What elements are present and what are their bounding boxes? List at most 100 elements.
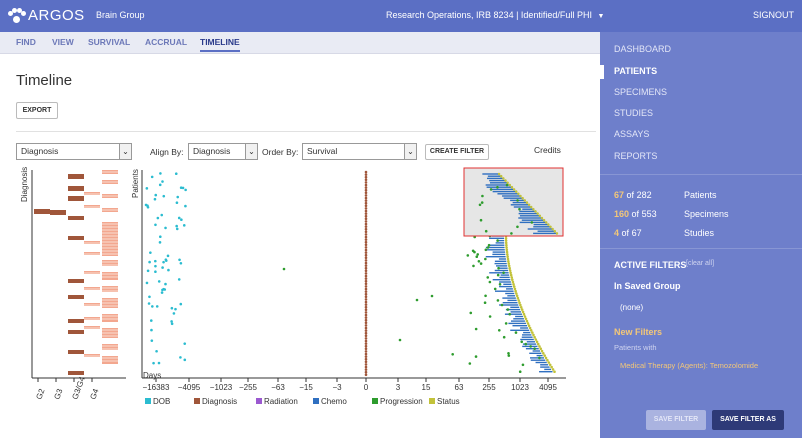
inset-status-point: [519, 194, 522, 198]
x-tick-label: −1023: [210, 383, 233, 392]
status-point: [528, 326, 532, 330]
dob-point: [164, 282, 167, 286]
dob-point: [149, 251, 152, 254]
status-point: [521, 310, 525, 314]
tab-timeline[interactable]: TIMELINE: [200, 37, 240, 52]
credits-link[interactable]: Credits: [534, 145, 561, 155]
dob-point: [160, 213, 164, 217]
dob-point: [147, 302, 151, 305]
chemo-bar: [504, 313, 522, 315]
group-name[interactable]: Brain Group: [96, 10, 145, 20]
dob-point: [154, 270, 157, 274]
clear-all-link[interactable]: [clear all]: [686, 260, 714, 267]
diagnosis-point: [364, 344, 368, 348]
study-selector[interactable]: Research Operations, IRB 8234 | Identifi…: [386, 10, 604, 20]
status-point: [510, 276, 514, 279]
progression-point: [497, 329, 501, 332]
status-point: [532, 333, 535, 337]
stat-of: of: [626, 190, 635, 200]
sidebar-item-dashboard[interactable]: DASHBOARD: [614, 44, 671, 54]
diagnosis-point: [364, 207, 368, 210]
x-tick-label: 63: [455, 383, 464, 392]
progression-point: [520, 340, 524, 344]
chevron-down-icon: ⌄: [404, 144, 416, 159]
save-filter-button[interactable]: SAVE FILTER: [646, 410, 706, 430]
diagnosis-point: [364, 339, 368, 343]
sidebar-item-studies[interactable]: STUDIES: [614, 108, 653, 118]
tab-survival[interactable]: SURVIVAL: [88, 37, 130, 47]
inset-chemo-bar: [513, 206, 531, 208]
align-by-select[interactable]: Diagnosis ⌄: [188, 143, 258, 160]
inset-status-point: [542, 218, 546, 222]
progression-point: [474, 327, 478, 331]
nav-active-marker: [600, 65, 604, 79]
diagnosis-point: [364, 373, 368, 377]
sidebar-item-reports[interactable]: REPORTS: [614, 151, 657, 161]
paw-icon: [8, 7, 26, 24]
diagnosis-point: [364, 363, 368, 366]
chemo-bar: [525, 348, 539, 350]
x-tick-label: 4095: [539, 383, 557, 392]
chemo-bar: [492, 253, 506, 256]
sidebar-item-assays[interactable]: ASSAYS: [614, 129, 649, 139]
status-point: [519, 303, 522, 307]
inset-progression-point: [516, 225, 519, 229]
heatmap-cell: [84, 241, 100, 244]
inset-status-point: [546, 223, 550, 226]
dob-point: [180, 218, 183, 222]
diagnosis-point: [364, 173, 368, 176]
diagnosis-point: [364, 222, 368, 226]
diagnosis-point: [364, 209, 368, 213]
progression-point: [483, 301, 487, 304]
progression-point: [496, 239, 499, 242]
sidebar-item-specimens[interactable]: SPECIMENS: [614, 87, 667, 97]
progression-point: [473, 250, 476, 254]
status-point: [540, 349, 544, 353]
x-tick-label: 0: [364, 383, 369, 392]
diagnosis-point: [364, 316, 368, 319]
dob-point: [154, 259, 157, 263]
chemo-bar: [496, 265, 508, 267]
create-filter-button[interactable]: CREATE FILTER: [425, 144, 489, 160]
chemo-bar: [508, 322, 526, 325]
tab-view[interactable]: VIEW: [52, 37, 74, 47]
tab-find[interactable]: FIND: [16, 37, 36, 47]
dob-point: [163, 288, 167, 291]
legend-swatch: [372, 398, 378, 404]
dataset-select[interactable]: Diagnosis ⌄: [16, 143, 132, 160]
status-point: [512, 285, 516, 288]
signout-link[interactable]: SIGNOUT: [753, 10, 794, 20]
status-point: [525, 319, 529, 323]
heatmap-cell: [68, 319, 84, 323]
align-by-value: Diagnosis: [193, 146, 231, 156]
diagnosis-point: [364, 298, 368, 301]
legend-swatch: [256, 398, 262, 404]
save-filter-as-button[interactable]: SAVE FILTER AS: [712, 410, 784, 430]
inset-chemo-bar: [492, 190, 516, 193]
status-point: [519, 306, 523, 309]
chemo-bar: [494, 262, 507, 265]
dob-point: [174, 307, 177, 311]
timeline-chart: Patients Days −16383 −4095 −1023 −255 −63 −15…: [131, 167, 566, 406]
status-point: [538, 345, 541, 348]
export-button[interactable]: EXPORT: [16, 102, 58, 119]
argos-logo[interactable]: ARGOS: [8, 7, 85, 24]
tab-accrual[interactable]: ACCRUAL: [145, 37, 187, 47]
status-point: [504, 241, 508, 245]
chemo-bar: [503, 283, 512, 285]
legend-label: DOB: [153, 397, 170, 406]
diagnosis-point: [364, 272, 368, 275]
status-point: [553, 370, 556, 373]
stat-count: 67: [614, 190, 625, 200]
sidebar-item-patients[interactable]: PATIENTS: [614, 66, 657, 76]
status-point: [506, 253, 509, 256]
stat-of: of: [631, 209, 640, 219]
diagnosis-point: [364, 342, 368, 345]
progression-point: [498, 283, 502, 286]
diagnosis-point: [364, 243, 368, 247]
chemo-bar: [520, 327, 529, 329]
inset-progression-point: [530, 221, 534, 224]
active-filter-item[interactable]: Medical Therapy (Agents): Temozolomide: [620, 361, 758, 370]
order-by-select[interactable]: Survival ⌄: [302, 143, 417, 160]
status-point: [551, 368, 555, 371]
